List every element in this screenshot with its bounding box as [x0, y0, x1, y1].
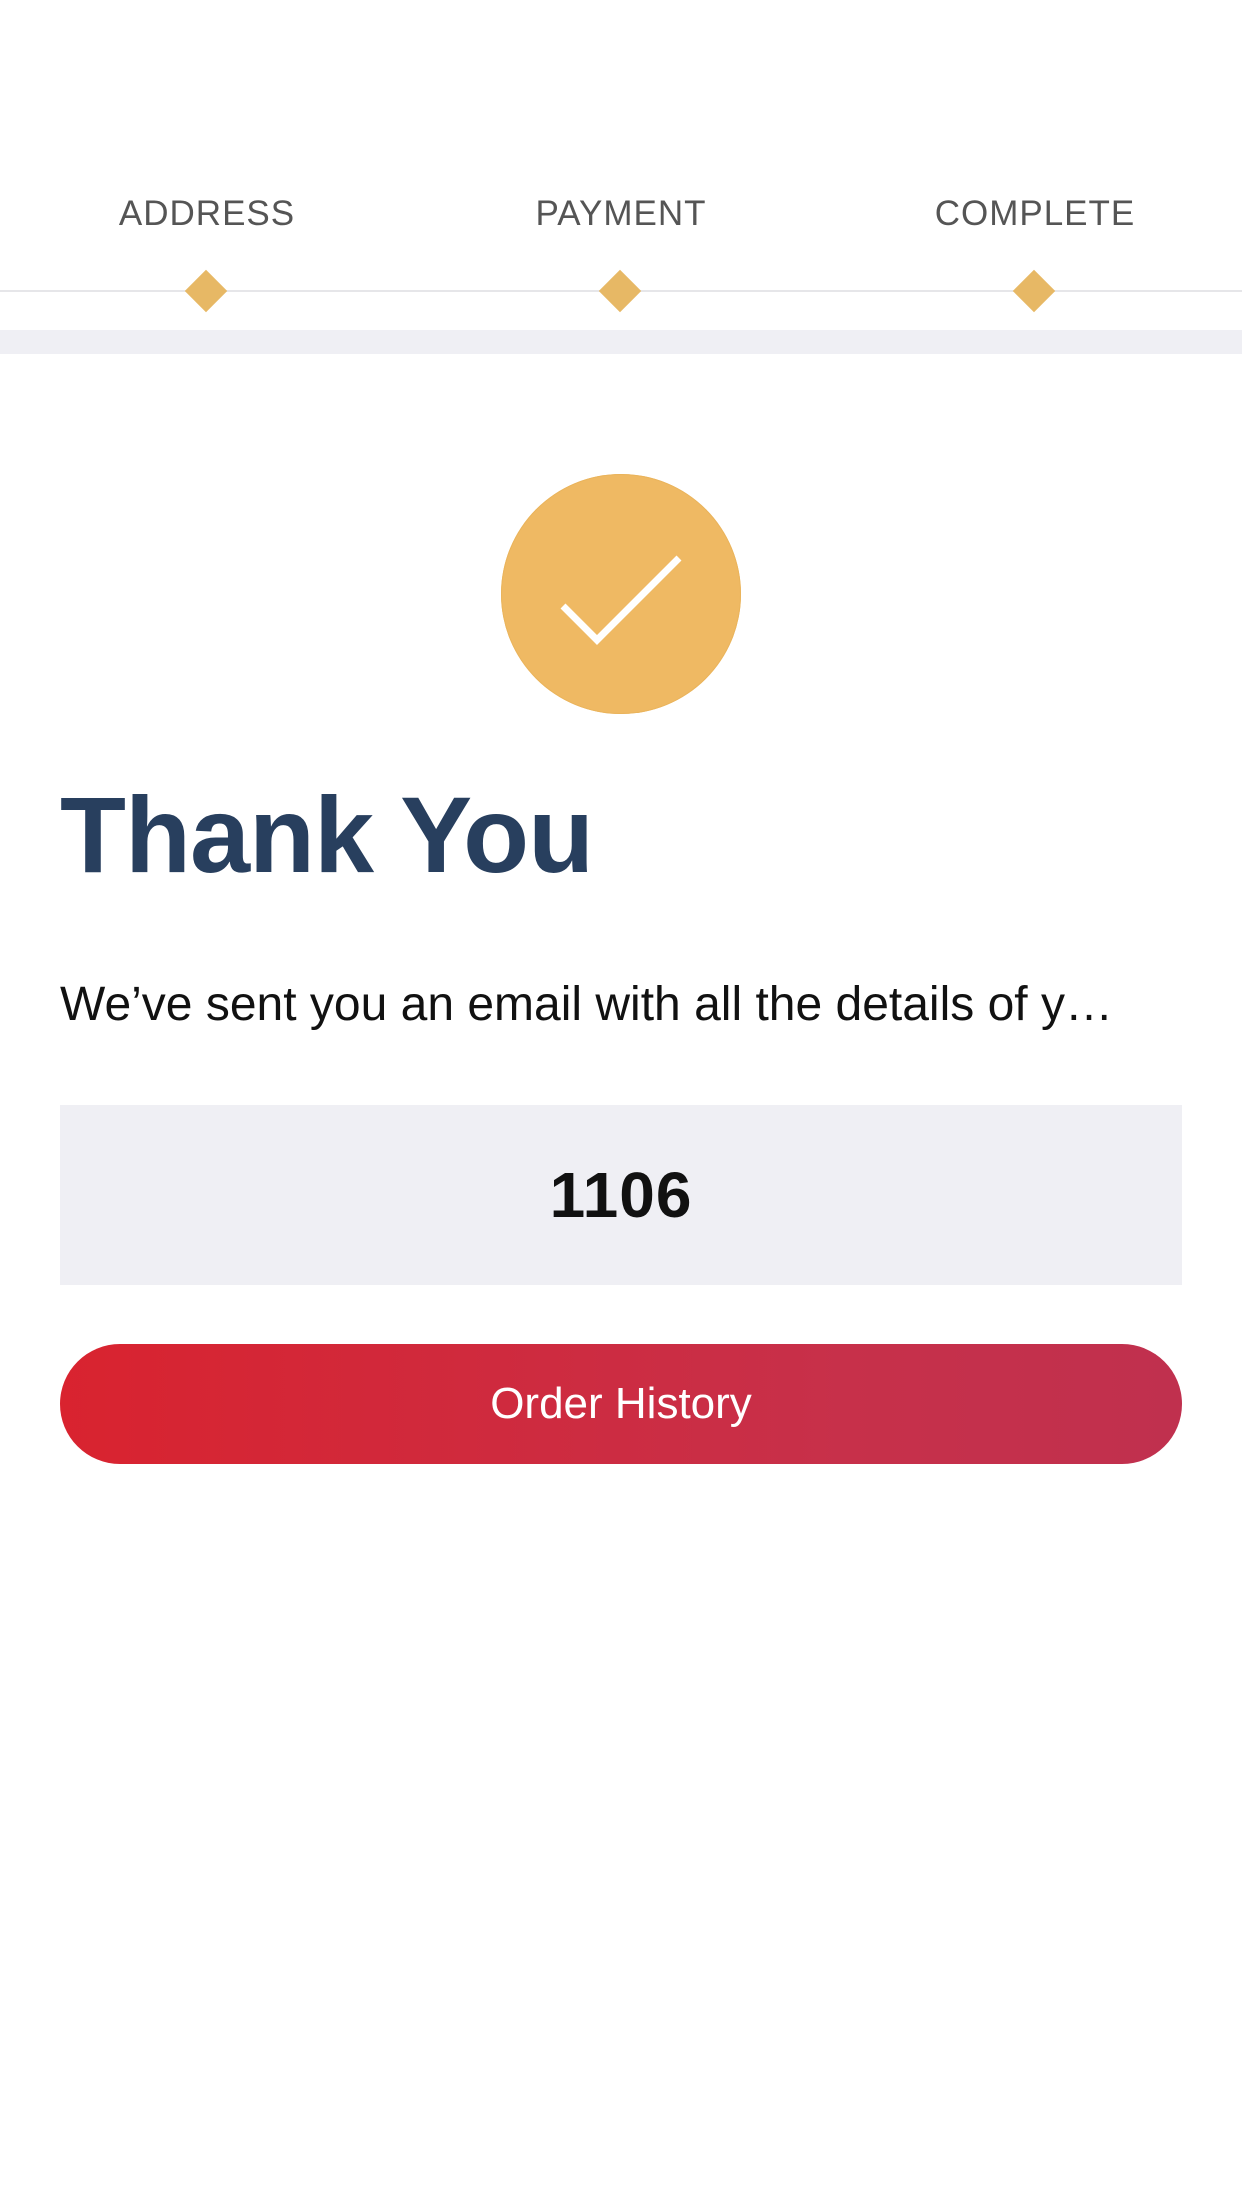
step-address-label: ADDRESS [118, 194, 296, 233]
confirmation-message: We’ve sent you an email with all the det… [60, 978, 1113, 1031]
order-number: 1106 [549, 1159, 693, 1231]
checkout-progress-steps: ADDRESS PAYMENT COMPLETE [0, 0, 1242, 330]
step-address: ADDRESS [0, 0, 414, 330]
success-badge [501, 474, 741, 714]
page-title: Thank You [60, 774, 594, 895]
step-complete: COMPLETE [828, 0, 1242, 330]
step-complete-label: COMPLETE [934, 194, 1136, 233]
section-divider [0, 330, 1242, 354]
step-payment-label: PAYMENT [535, 194, 707, 233]
order-number-box: 1106 [60, 1105, 1182, 1285]
order-history-button[interactable]: Order History [60, 1344, 1182, 1464]
step-complete-marker [1012, 269, 1056, 313]
step-address-marker [184, 269, 228, 313]
checkmark-icon [560, 555, 682, 645]
step-payment-marker [598, 269, 642, 313]
step-payment: PAYMENT [414, 0, 828, 330]
